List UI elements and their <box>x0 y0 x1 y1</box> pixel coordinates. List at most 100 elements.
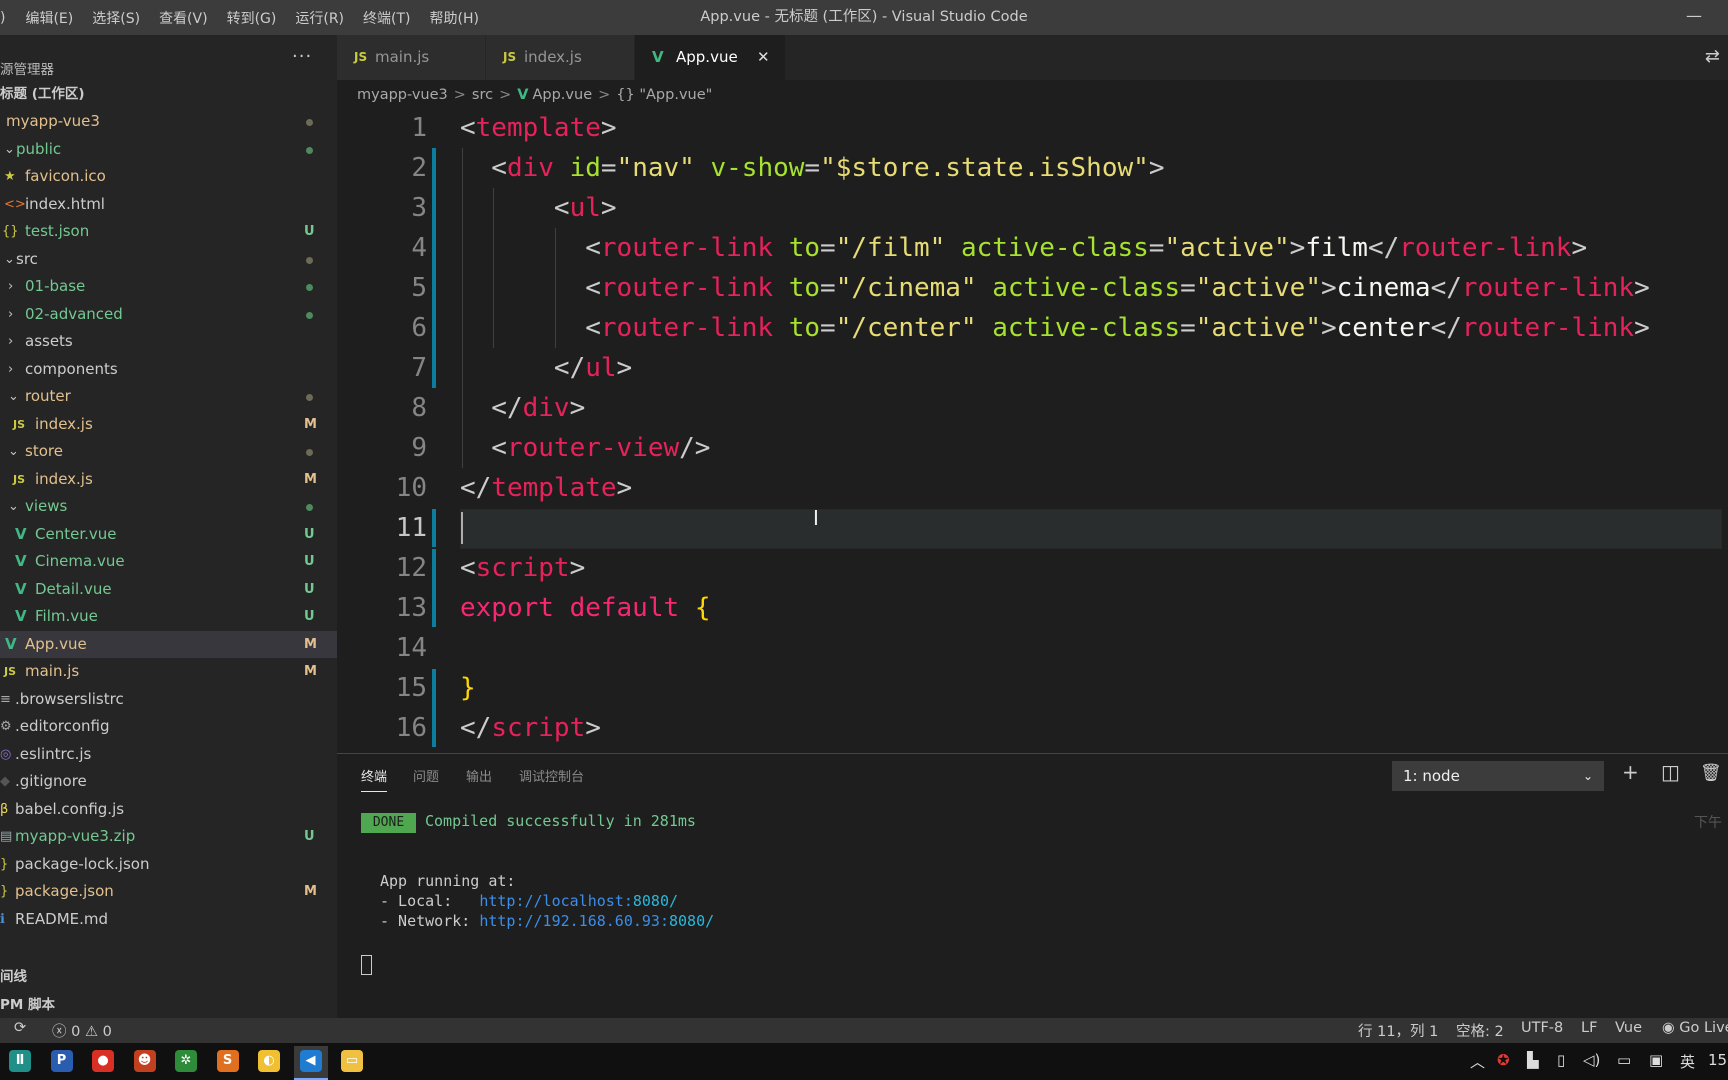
tree-item[interactable]: ⚙ .editorconfig <box>0 713 337 740</box>
tree-item[interactable]: ⌄ views <box>0 493 337 520</box>
tree-item-label: Cinema.vue <box>35 552 125 570</box>
tab-app-vue[interactable]: V App.vue ✕ <box>635 35 785 80</box>
add-terminal-icon[interactable]: + <box>1622 760 1639 784</box>
tray-bookmark-icon[interactable]: ▙ <box>1527 1051 1539 1069</box>
breadcrumb-item[interactable]: src <box>472 87 493 103</box>
tree-item[interactable]: JS main.js M <box>0 658 337 685</box>
tab-main-js[interactable]: JS main.js <box>337 35 485 80</box>
tree-item[interactable]: › assets <box>0 328 337 355</box>
tree-item[interactable]: ⌄ router <box>0 383 337 410</box>
code-token: to <box>788 273 821 303</box>
terminal-select[interactable]: 1: node ⌄ <box>1392 761 1604 791</box>
js-icon: JS <box>503 50 517 64</box>
language-mode[interactable]: Vue <box>1615 1020 1642 1036</box>
tree-item[interactable]: {} test.json U <box>0 218 337 245</box>
tree-item[interactable]: ◆ .gitignore <box>0 768 337 795</box>
source-control-compare-icon[interactable]: ⇄ <box>1705 46 1720 67</box>
done-badge: DONE <box>361 813 416 833</box>
taskbar-app-app-4[interactable]: ☻ <box>128 1046 162 1078</box>
minimize-button[interactable]: — <box>1686 6 1702 25</box>
tree-item-label: 02-advanced <box>25 304 123 323</box>
remote-icon[interactable]: ⟳ <box>14 1020 26 1036</box>
local-line: - Local: http://localhost:8080/ <box>380 892 678 910</box>
network-url[interactable]: http://192.168.60.93: <box>479 912 669 930</box>
cursor-position[interactable]: 行 11，列 1 <box>1358 1020 1438 1041</box>
breadcrumb-item[interactable]: App.vue <box>532 87 592 103</box>
tab-output[interactable]: 输出 <box>466 766 492 785</box>
tray-antivirus-icon[interactable]: ✪ <box>1497 1051 1510 1069</box>
tray-clock[interactable]: 15 <box>1708 1051 1727 1069</box>
split-terminal-icon[interactable]: ◫ <box>1661 760 1680 784</box>
taskbar-app-app-2[interactable]: P <box>45 1046 79 1078</box>
tree-item[interactable]: V Center.vue U <box>0 521 337 548</box>
workspace-title[interactable]: 标题 (工作区) <box>0 78 337 110</box>
git-status-badge: M <box>304 884 317 899</box>
tree-item[interactable]: › 01-base <box>0 273 337 300</box>
breadcrumb-item[interactable]: myapp-vue3 <box>357 87 448 103</box>
tray-volume-icon[interactable]: ◁) <box>1583 1051 1600 1069</box>
tray-battery-icon[interactable]: ▭ <box>1617 1051 1631 1069</box>
line-number: 9 <box>411 433 427 463</box>
tab-index-js[interactable]: JS index.js <box>486 35 634 80</box>
tray-ime[interactable]: 英 <box>1680 1051 1695 1072</box>
go-live-button[interactable]: ◉ Go Live <box>1662 1020 1728 1036</box>
problems-status[interactable]: ⓧ 0 ⚠ 0 <box>52 1020 112 1041</box>
tree-item[interactable]: ⌄ store <box>0 438 337 465</box>
tree-item[interactable]: ⌄ public <box>0 136 337 163</box>
tree-item[interactable]: ≡ .browserslistrc <box>0 686 337 713</box>
tab-debug-console[interactable]: 调试控制台 <box>519 766 584 785</box>
more-actions-icon[interactable]: ··· <box>292 46 312 67</box>
tree-item-label: package.json <box>15 882 114 900</box>
file-type-icon: › <box>8 361 14 377</box>
code-token: < <box>460 113 476 143</box>
npm-scripts-section[interactable]: PM 脚本 <box>0 993 55 1013</box>
tab-problems[interactable]: 问题 <box>413 766 439 785</box>
eol[interactable]: LF <box>1581 1020 1597 1036</box>
taskbar-app-sublime[interactable]: S <box>211 1046 245 1078</box>
local-url[interactable]: http://localhost: <box>479 892 633 910</box>
tree-item[interactable]: V App.vue M <box>0 630 337 658</box>
tree-item[interactable]: } package.json M <box>0 878 337 905</box>
tree-item[interactable]: β babel.config.js <box>0 796 337 823</box>
status-dot <box>306 146 313 154</box>
outline-section[interactable]: 间线 <box>0 965 27 985</box>
tree-item[interactable]: V Cinema.vue U <box>0 548 337 575</box>
file-type-icon: ≡ <box>0 691 11 707</box>
tree-item[interactable]: } package-lock.json <box>0 851 337 878</box>
local-port[interactable]: 8080/ <box>633 892 678 910</box>
tree-item[interactable]: ℹ README.md <box>0 906 337 933</box>
taskbar-app-app-7[interactable]: ◐ <box>252 1046 286 1078</box>
tree-item[interactable]: ▤ myapp-vue3.zip U <box>0 823 337 850</box>
tray-chevron-up-icon[interactable]: ︿ <box>1470 1051 1485 1072</box>
tree-item-label: assets <box>25 332 73 350</box>
indentation[interactable]: 空格: 2 <box>1456 1020 1504 1041</box>
app-1-icon: Ⅱ <box>9 1050 31 1072</box>
line-number: 15 <box>395 673 427 703</box>
tray-network-icon[interactable]: ▣ <box>1649 1051 1663 1069</box>
close-icon[interactable]: ✕ <box>757 35 770 80</box>
tree-item[interactable]: JS index.js M <box>0 466 337 493</box>
tree-item[interactable]: JS index.js M <box>0 411 337 438</box>
network-port[interactable]: 8080/ <box>669 912 714 930</box>
tree-item[interactable]: myapp-vue3 <box>0 108 337 135</box>
code-token: /> <box>679 433 711 463</box>
tree-item[interactable]: › components <box>0 356 337 383</box>
taskbar-app-explorer[interactable]: ▭ <box>335 1046 369 1078</box>
tree-item[interactable]: <> index.html <box>0 191 337 218</box>
taskbar-app-app-5[interactable]: ✲ <box>169 1046 203 1078</box>
tray-usb-icon[interactable]: ▯ <box>1557 1051 1565 1069</box>
taskbar-app-app-1[interactable]: Ⅱ <box>3 1046 37 1078</box>
taskbar-app-vscode[interactable]: ◀ <box>293 1046 328 1080</box>
code-token: > <box>1634 273 1650 303</box>
tree-item[interactable]: ★ favicon.ico <box>0 163 337 190</box>
tree-item[interactable]: V Detail.vue U <box>0 576 337 603</box>
encoding[interactable]: UTF-8 <box>1521 1020 1563 1036</box>
tree-item[interactable]: › 02-advanced <box>0 301 337 328</box>
trash-icon[interactable]: 🗑 <box>1700 763 1722 783</box>
tree-item[interactable]: ◎ .eslintrc.js <box>0 741 337 768</box>
tab-terminal[interactable]: 终端 <box>361 766 388 792</box>
taskbar-app-chrome[interactable]: ● <box>86 1046 120 1078</box>
breadcrumb-item[interactable]: {} "App.vue" <box>616 87 712 103</box>
tree-item[interactable]: V Film.vue U <box>0 603 337 630</box>
tree-item[interactable]: ⌄ src <box>0 246 337 273</box>
